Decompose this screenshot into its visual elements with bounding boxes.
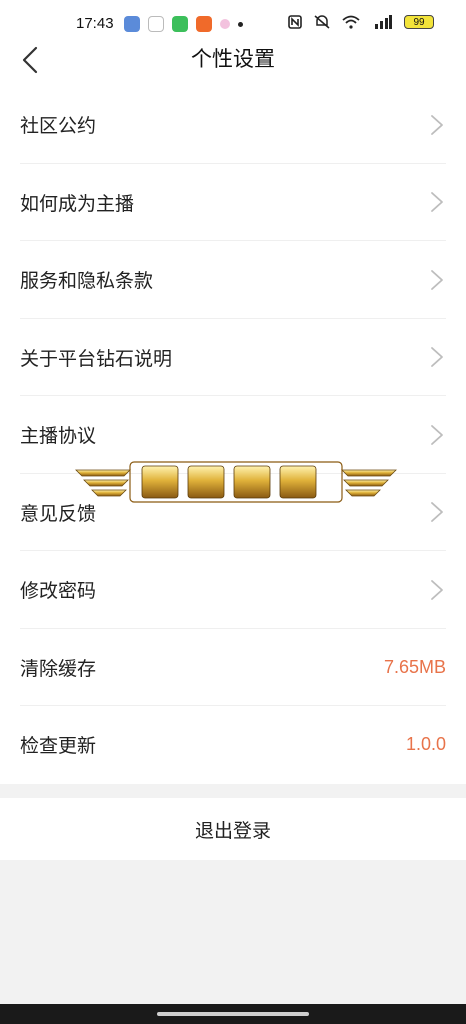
chevron-right-icon bbox=[431, 192, 443, 213]
settings-item-label: 如何成为主播 bbox=[20, 192, 135, 215]
navigation-bar bbox=[0, 1004, 466, 1024]
wechat-notification-icon bbox=[172, 16, 188, 32]
battery-indicator: 99 bbox=[404, 15, 434, 29]
chevron-right-icon bbox=[431, 347, 443, 368]
settings-item-label: 服务和隐私条款 bbox=[20, 270, 154, 293]
status-bar: 17:43 99 bbox=[0, 0, 466, 36]
settings-item-label: 社区公约 bbox=[20, 115, 97, 138]
settings-item-feedback[interactable]: 意见反馈 bbox=[0, 474, 466, 551]
settings-item-change-password[interactable]: 修改密码 bbox=[0, 551, 466, 629]
mute-icon bbox=[314, 15, 330, 29]
settings-item-streamer-agreement[interactable]: 主播协议 bbox=[0, 396, 466, 474]
chevron-right-icon bbox=[431, 502, 443, 523]
taobao-notification-icon bbox=[148, 16, 164, 32]
settings-item-label: 关于平台钻石说明 bbox=[20, 347, 173, 370]
status-time: 17:43 bbox=[76, 15, 114, 32]
version-value: 1.0.0 bbox=[405, 734, 446, 755]
flower-notification-icon bbox=[220, 19, 230, 29]
settings-item-label: 主播协议 bbox=[20, 425, 97, 448]
settings-item-terms-privacy[interactable]: 服务和隐私条款 bbox=[0, 241, 466, 319]
header: 个性设置 bbox=[0, 36, 466, 86]
home-indicator-pill[interactable] bbox=[157, 1012, 309, 1016]
settings-item-check-update[interactable]: 检查更新 1.0.0 bbox=[0, 706, 466, 784]
chevron-right-icon bbox=[431, 269, 443, 290]
settings-item-clear-cache[interactable]: 清除缓存 7.65MB bbox=[0, 629, 466, 706]
status-system-icons: 99 bbox=[288, 15, 434, 29]
settings-item-community-rules[interactable]: 社区公约 bbox=[0, 86, 466, 164]
page-title: 个性设置 bbox=[191, 47, 275, 71]
nfc-icon bbox=[288, 15, 302, 29]
settings-item-label: 检查更新 bbox=[20, 735, 97, 758]
settings-item-become-streamer[interactable]: 如何成为主播 bbox=[0, 164, 466, 241]
settings-list: 社区公约 如何成为主播 服务和隐私条款 关于平台钻石说明 主播协议 意见反馈 修… bbox=[0, 86, 466, 784]
chevron-right-icon bbox=[431, 579, 443, 600]
more-notifications-dot-icon bbox=[238, 21, 243, 27]
chevron-right-icon bbox=[431, 114, 443, 135]
chevron-right-icon bbox=[431, 424, 443, 445]
settings-item-label: 意见反馈 bbox=[20, 502, 97, 525]
status-app-icons bbox=[124, 16, 243, 32]
logout-button[interactable]: 退出登录 bbox=[0, 798, 466, 860]
signal-icon bbox=[375, 15, 392, 29]
cache-size-value: 7.65MB bbox=[383, 656, 446, 677]
settings-item-label: 修改密码 bbox=[20, 580, 97, 603]
shop-notification-icon bbox=[196, 16, 212, 32]
app-notification-icon bbox=[124, 16, 140, 32]
settings-item-label: 清除缓存 bbox=[20, 657, 97, 680]
settings-item-diamond-info[interactable]: 关于平台钻石说明 bbox=[0, 319, 466, 396]
wifi-icon bbox=[342, 15, 360, 29]
